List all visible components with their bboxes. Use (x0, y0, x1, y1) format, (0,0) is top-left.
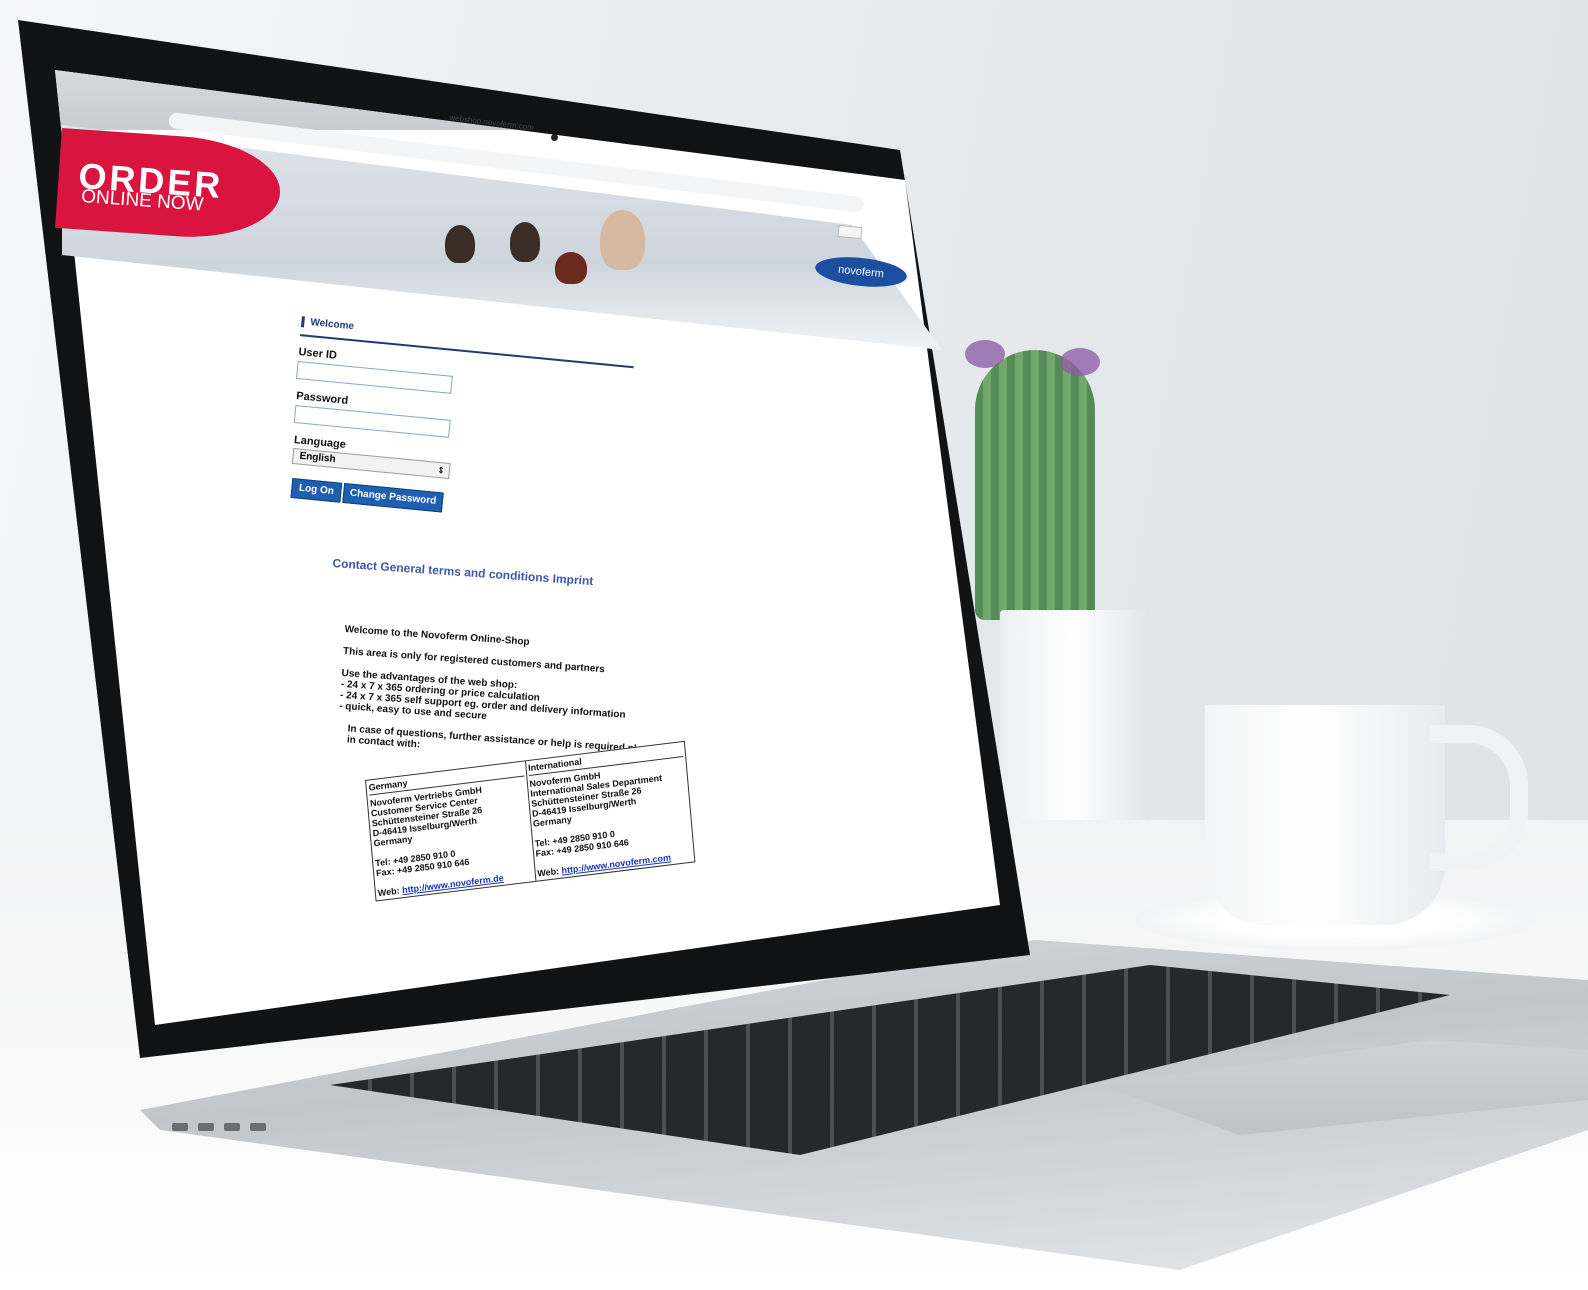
webcam (551, 134, 558, 141)
change-password-button[interactable]: Change Password (342, 483, 444, 513)
laptop-ports (172, 1118, 312, 1132)
plant-pot (1000, 610, 1150, 830)
cactus-flower (965, 340, 1005, 368)
login-form: Welcome User ID Password Language Englis… (280, 316, 658, 560)
select-arrow-icon: ⇕ (436, 464, 446, 476)
web-label: Web: (377, 885, 401, 899)
language-select[interactable]: English ⇕ (291, 447, 451, 480)
cactus-plant (975, 350, 1095, 620)
germany-contact: Germany Novoferm Vertriebs GmbH Customer… (366, 761, 536, 901)
cup-handle (1430, 725, 1528, 871)
user-id-input[interactable] (295, 360, 453, 394)
cactus-flower (1060, 348, 1100, 376)
password-input[interactable] (293, 404, 451, 438)
web-label: Web: (536, 865, 560, 879)
user-id-label: User ID (297, 346, 338, 362)
search-field[interactable] (837, 224, 863, 240)
password-label: Password (295, 390, 349, 407)
imprint-link[interactable]: Imprint (552, 571, 594, 588)
international-contact: International Novoferm GmbH Internationa… (525, 742, 694, 881)
coffee-cup (1205, 705, 1445, 925)
language-selected-value: English (299, 450, 337, 466)
banner-photo (430, 200, 710, 290)
log-on-button[interactable]: Log On (290, 478, 343, 503)
